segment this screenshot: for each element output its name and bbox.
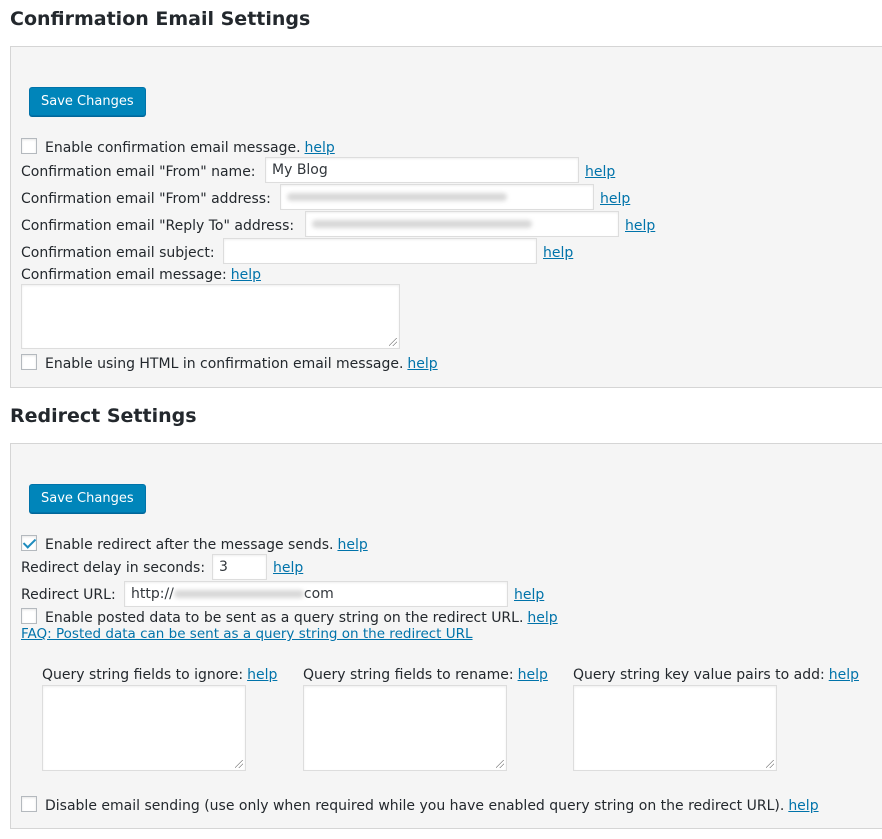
enable-html-help-link[interactable]: help: [407, 356, 437, 372]
redirect-url-label: Redirect URL:: [21, 587, 116, 603]
rename-textarea[interactable]: [303, 685, 507, 771]
from-address-input[interactable]: [280, 184, 594, 210]
enable-redirect-help-link[interactable]: help: [337, 537, 367, 553]
add-label-row: Query string key value pairs to add: help: [573, 666, 859, 684]
from-address-help-link[interactable]: help: [600, 190, 630, 208]
enable-html-row: Enable using HTML in confirmation email …: [21, 354, 438, 373]
ignore-label-row: Query string fields to ignore: help: [42, 666, 277, 684]
reply-to-help-link[interactable]: help: [625, 217, 655, 235]
enable-html-checkbox[interactable]: [21, 354, 37, 370]
message-label: Confirmation email message:: [21, 267, 227, 283]
ignore-label: Query string fields to ignore:: [42, 667, 244, 683]
resize-grip-icon[interactable]: [389, 338, 397, 346]
from-name-help-link[interactable]: help: [585, 163, 615, 181]
redirect-panel: Save Changes Enable redirect after the m…: [10, 443, 882, 829]
resize-grip-icon[interactable]: [766, 760, 774, 768]
rename-label: Query string fields to rename:: [303, 667, 514, 683]
redirect-url-help-link[interactable]: help: [514, 586, 544, 604]
subject-label: Confirmation email subject:: [21, 245, 215, 261]
posted-data-checkbox[interactable]: [21, 608, 37, 624]
enable-confirmation-checkbox[interactable]: [21, 138, 37, 154]
enable-html-label: Enable using HTML in confirmation email …: [45, 356, 404, 372]
enable-redirect-label: Enable redirect after the message sends.: [45, 537, 334, 553]
redirect-delay-label: Redirect delay in seconds:: [21, 560, 206, 576]
confirmation-panel: Save Changes Enable confirmation email m…: [10, 46, 882, 388]
enable-confirmation-label: Enable confirmation email message.: [45, 140, 301, 156]
enable-redirect-checkbox[interactable]: [21, 535, 37, 551]
subject-input[interactable]: [223, 238, 537, 264]
from-address-label: Confirmation email "From" address:: [21, 191, 271, 207]
rename-label-row: Query string fields to rename: help: [303, 666, 548, 684]
add-textarea[interactable]: [573, 685, 777, 771]
redirect-save-button[interactable]: Save Changes: [29, 484, 146, 513]
add-help-link[interactable]: help: [829, 667, 859, 683]
disable-email-label: Disable email sending (use only when req…: [45, 798, 785, 814]
redirect-url-suffix: com: [303, 586, 334, 602]
posted-data-row: Enable posted data to be sent as a query…: [21, 608, 558, 627]
posted-data-help-link[interactable]: help: [527, 610, 557, 626]
message-help-link[interactable]: help: [231, 267, 261, 283]
enable-redirect-row: Enable redirect after the message sends.…: [21, 535, 368, 554]
redirect-delay-help-link[interactable]: help: [273, 559, 303, 577]
enable-confirmation-help-link[interactable]: help: [305, 140, 335, 156]
redirect-url-prefix: http://: [131, 586, 174, 602]
message-label-row: Confirmation email message: help: [21, 266, 261, 284]
disable-email-checkbox[interactable]: [21, 796, 37, 812]
from-name-label: Confirmation email "From" name:: [21, 164, 256, 180]
confirmation-section-title: Confirmation Email Settings: [10, 8, 311, 30]
redirect-section-title: Redirect Settings: [10, 405, 197, 427]
ignore-help-link[interactable]: help: [247, 667, 277, 683]
subject-help-link[interactable]: help: [543, 244, 573, 262]
redirect-delay-input[interactable]: 3: [212, 554, 267, 580]
from-name-input[interactable]: My Blog: [265, 157, 579, 183]
add-label: Query string key value pairs to add:: [573, 667, 825, 683]
rename-help-link[interactable]: help: [518, 667, 548, 683]
resize-grip-icon[interactable]: [496, 760, 504, 768]
faq-link[interactable]: FAQ: Posted data can be sent as a query …: [21, 626, 473, 642]
disable-email-row: Disable email sending (use only when req…: [21, 796, 819, 815]
reply-to-label: Confirmation email "Reply To" address:: [21, 218, 295, 234]
confirmation-save-button[interactable]: Save Changes: [29, 87, 146, 116]
enable-confirmation-row: Enable confirmation email message. help: [21, 138, 335, 157]
posted-data-label: Enable posted data to be sent as a query…: [45, 610, 524, 626]
redirect-url-input[interactable]: http:// com: [124, 581, 508, 607]
resize-grip-icon[interactable]: [235, 760, 243, 768]
reply-to-input[interactable]: [305, 211, 619, 237]
message-textarea[interactable]: [21, 284, 400, 349]
disable-email-help-link[interactable]: help: [788, 798, 818, 814]
ignore-textarea[interactable]: [42, 685, 246, 771]
